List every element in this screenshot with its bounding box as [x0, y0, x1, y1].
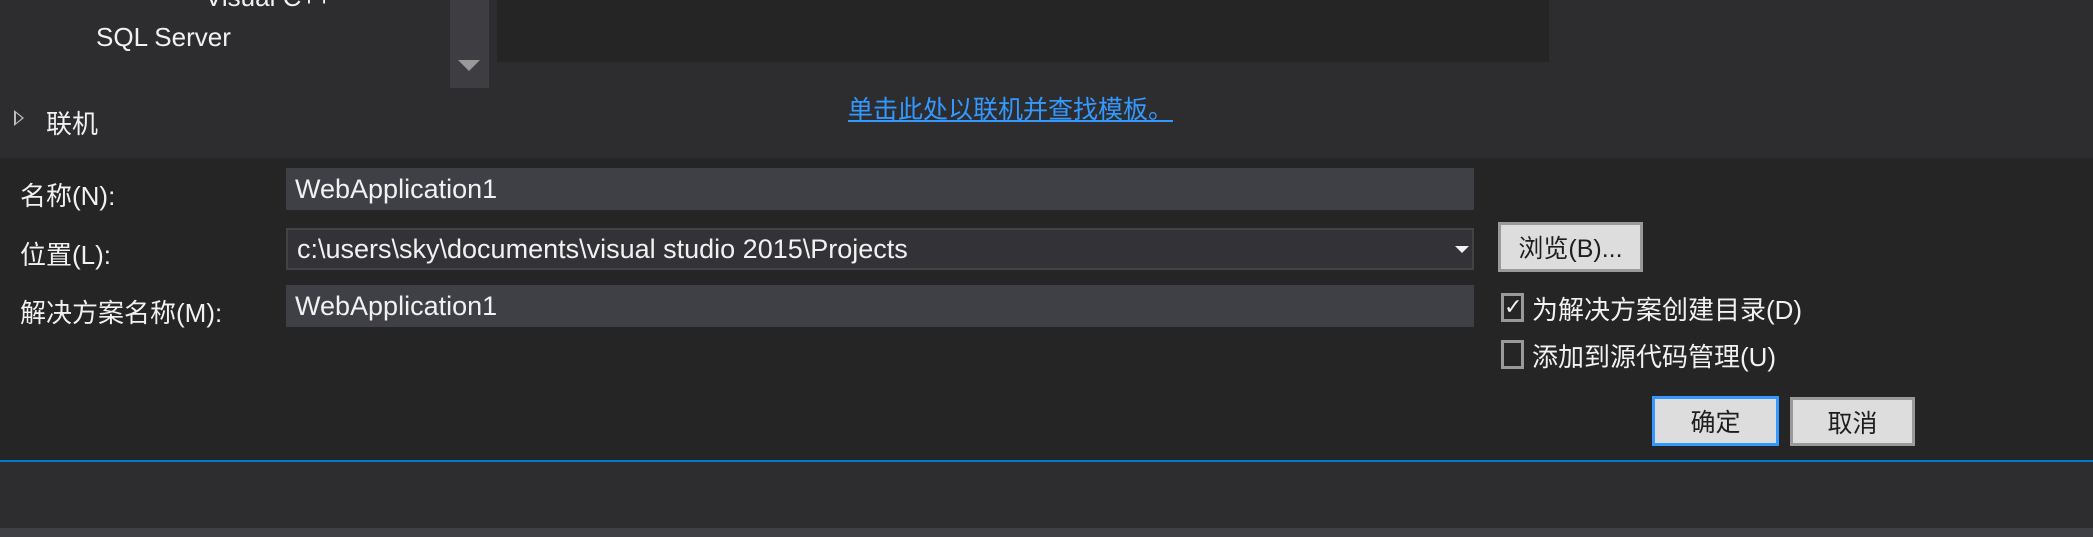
online-templates-link[interactable]: 单击此处以联机并查找模板。: [848, 90, 1173, 126]
expand-triangle-icon[interactable]: [14, 110, 24, 126]
solution-name-label: 解决方案名称(M):: [20, 298, 223, 328]
tree-item-sql-server[interactable]: SQL Server: [96, 22, 231, 53]
location-combobox[interactable]: [286, 228, 1474, 270]
location-label: 位置(L):: [20, 240, 112, 270]
tree-item-online[interactable]: 联机: [46, 104, 98, 141]
ok-button[interactable]: 确定: [1652, 396, 1779, 446]
tree-scrollbar[interactable]: [450, 0, 489, 88]
tree-item-visual-cpp[interactable]: Visual C++: [205, 0, 332, 13]
browse-button[interactable]: 浏览(B)...: [1498, 222, 1643, 272]
source-control-checkbox[interactable]: [1501, 340, 1524, 369]
name-label: 名称(N):: [20, 181, 116, 211]
template-list-area: [497, 0, 1549, 62]
chevron-down-icon[interactable]: [1455, 246, 1469, 253]
cancel-button[interactable]: 取消: [1790, 397, 1915, 446]
solution-name-input[interactable]: [286, 285, 1474, 327]
create-directory-label[interactable]: 为解决方案创建目录(D): [1532, 290, 1802, 327]
name-input[interactable]: [286, 168, 1474, 210]
bottom-strip: [0, 528, 2093, 537]
source-control-label[interactable]: 添加到源代码管理(U): [1532, 337, 1776, 374]
create-directory-checkbox[interactable]: ✓: [1501, 293, 1524, 322]
checkmark-icon: ✓: [1504, 294, 1523, 319]
status-bar: [0, 462, 2093, 528]
scroll-down-arrow-icon[interactable]: [458, 60, 480, 71]
